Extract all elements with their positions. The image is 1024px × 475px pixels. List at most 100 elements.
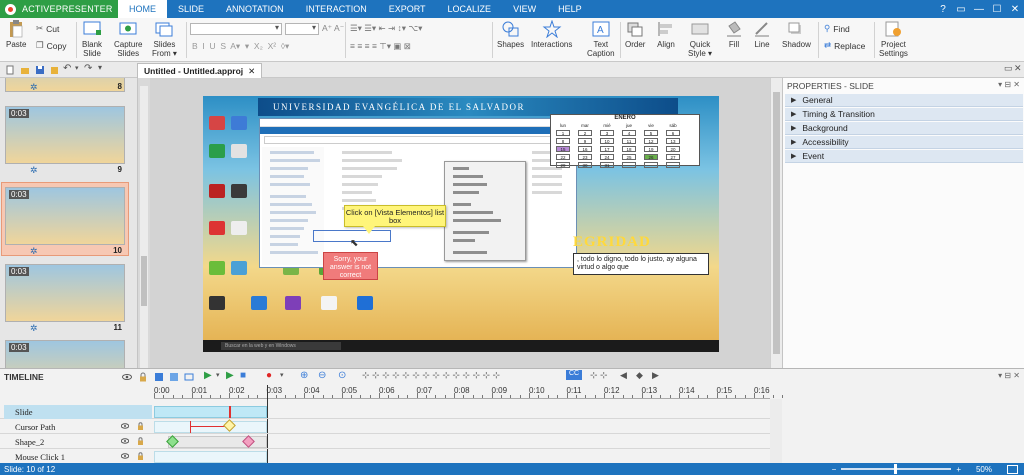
shadow-button[interactable]: Shadow [782,20,811,49]
capture-slides-button[interactable]: Capture Slides [114,20,142,58]
section-background[interactable]: ▶ Background [785,122,1023,135]
shapes-button[interactable]: Shapes [497,20,524,49]
zoom-out-icon[interactable]: − [832,465,837,474]
section-general[interactable]: ▶ General [785,94,1023,107]
tab-home[interactable]: HOME [118,0,167,18]
close-icon[interactable]: ✕ [1006,4,1024,15]
section-timing-transition[interactable]: ▶ Timing & Transition [785,108,1023,121]
interactions-button[interactable]: Interactions [531,20,572,49]
minimize-icon[interactable]: — [970,4,988,15]
timeline-ruler[interactable]: 0:00 0:01 0:02 0:03 0:04 0:05 0:06 0:07 0:08 0:09… [154,385,784,399]
lock-icon[interactable] [138,372,148,382]
track-name[interactable]: Shape_2 [4,435,152,449]
thumbnails-scrollbar[interactable] [140,86,148,368]
timeline-view-icon[interactable] [184,372,194,382]
next-icon[interactable]: ▶ [652,370,662,380]
track-mouse-click-1[interactable]: Mouse Click 1 [0,450,770,464]
fit-window-icon[interactable] [1007,464,1018,474]
section-accessibility[interactable]: ▶ Accessibility [785,136,1023,149]
close-tab-icon[interactable]: ✕ [248,66,255,77]
project-settings-button[interactable]: Project Settings [879,20,908,58]
track-shape-2[interactable]: Shape_2 [0,435,770,449]
play-dropdown-icon[interactable]: ▾ [216,371,226,381]
new-file-icon[interactable] [5,65,15,75]
maximize-icon[interactable]: ☐ [988,4,1006,15]
timeline-view-icon[interactable] [169,372,179,382]
order-button[interactable]: Order [625,20,645,49]
play-from-start-icon[interactable]: ▶ [226,370,236,381]
quick-style-button[interactable]: Quick Style ▾ [688,20,712,58]
lock-icon[interactable] [137,452,144,460]
app-menu-button[interactable]: ACTIVEPRESENTER [0,0,118,18]
visibility-eye-icon[interactable] [122,372,132,382]
scrollbar-thumb[interactable] [773,92,780,354]
tab-localize[interactable]: LOCALIZE [437,0,503,18]
replace-button[interactable]: ⇄ Replace [824,40,865,51]
slide-image[interactable]: UNIVERSIDAD EVANGÉLICA DE EL SALVADOR EN… [203,96,719,352]
customize-icon[interactable]: ▾ [98,63,108,73]
timeline-edit-tools[interactable]: ⊹ ⊹ ⊹ ⊹ ⊹ ⊹ ⊹ ⊹ ⊹ ⊹ ⊹ ⊹ ⊹ ⊹ [362,370,562,380]
timeline-panel-controls[interactable]: ▾ ⊟ ✕ [998,371,1020,380]
blank-slide-button[interactable]: Blank Slide [82,20,102,58]
visibility-eye-icon[interactable] [121,423,129,429]
lock-icon[interactable] [137,437,144,445]
redo-icon[interactable]: ↷ [84,63,94,74]
tab-help[interactable]: HELP [547,0,593,18]
section-event[interactable]: ▶ Event [785,150,1023,163]
save-icon[interactable] [35,65,45,75]
previous-icon[interactable]: ◀ [620,370,630,380]
export-icon[interactable] [50,65,60,75]
zoom-slider[interactable] [841,464,952,474]
zoom-in-icon[interactable]: ⊕ [300,370,310,381]
cut-button[interactable]: ✂ Cut [36,23,59,34]
zoom-out-icon[interactable]: ⊖ [318,370,328,381]
track-slide[interactable]: Slide [0,405,770,419]
format-buttons[interactable]: B I U S A▾ ▾ X₂ X² ◊▾ [192,41,289,52]
play-icon[interactable]: ▶ [204,370,214,381]
font-size-select[interactable] [285,23,319,35]
cursor-path-bar[interactable] [154,421,267,433]
close-doc-icon[interactable]: ✕ [1014,63,1024,73]
timeline-view-icon[interactable] [154,372,164,382]
list-buttons[interactable]: ☰▾ ☰▾ ⇤ ⇥ ↕▾ ⌥▾ [350,23,422,34]
instruction-callout[interactable]: Click on [Vista Elementos] list box [344,205,446,234]
find-button[interactable]: ⚲ Find [824,23,850,34]
line-button[interactable]: Line [752,20,772,49]
tab-interaction[interactable]: INTERACTION [295,0,378,18]
zoom-in-icon[interactable]: + [956,465,961,474]
scrollbar-thumb[interactable] [141,256,147,306]
slide-duration-bar[interactable] [154,406,267,418]
font-grow-buttons[interactable]: A⁺ A⁻ [322,23,344,34]
restore-doc-icon[interactable]: ▭ [1004,63,1014,73]
paste-button[interactable]: Paste [6,20,26,49]
track-name[interactable]: Cursor Path [4,420,152,434]
closed-caption-icon[interactable]: CC [566,370,582,380]
open-folder-icon[interactable] [20,65,30,75]
align-button[interactable]: Align [656,20,676,49]
mouse-click-bar[interactable] [154,451,267,463]
stop-icon[interactable]: ■ [240,370,250,381]
zoom-fit-icon[interactable]: ⊙ [338,370,348,381]
visibility-eye-icon[interactable] [121,453,129,459]
canvas-vertical-scrollbar[interactable] [770,78,782,368]
track-name[interactable]: Mouse Click 1 [4,450,152,464]
document-tab[interactable]: Untitled - Untitled.approj ✕ [137,63,263,78]
font-family-select[interactable] [190,23,282,35]
marker-tools[interactable]: ⊹ ⊹ [590,370,620,380]
track-cursor-path[interactable]: Cursor Path [0,419,770,434]
ribbon-collapse-icon[interactable]: ▭ [952,4,970,15]
properties-panel-controls[interactable]: ▾ ⊟ ✕ [998,80,1020,89]
incorrect-feedback-callout[interactable]: Sorry, your answer is not correct [323,252,378,280]
record-icon[interactable]: ● [266,370,276,381]
help-icon[interactable]: ? [934,4,952,15]
text-caption-button[interactable]: A Text Caption [587,20,615,58]
undo-icon[interactable]: ↶ [63,63,73,74]
tab-export[interactable]: EXPORT [378,0,437,18]
tab-annotation[interactable]: ANNOTATION [215,0,295,18]
zoom-slider-thumb[interactable] [894,464,898,474]
slides-from-button[interactable]: Slides From ▾ [152,20,177,58]
tab-view[interactable]: VIEW [502,0,547,18]
copy-button[interactable]: ❐ Copy [36,40,66,51]
marker-icon[interactable]: ◆ [636,370,646,380]
paragraph-buttons[interactable]: ≡ ≡ ≡ ≡ ⊤▾ ▣ ⊠ [350,41,411,52]
